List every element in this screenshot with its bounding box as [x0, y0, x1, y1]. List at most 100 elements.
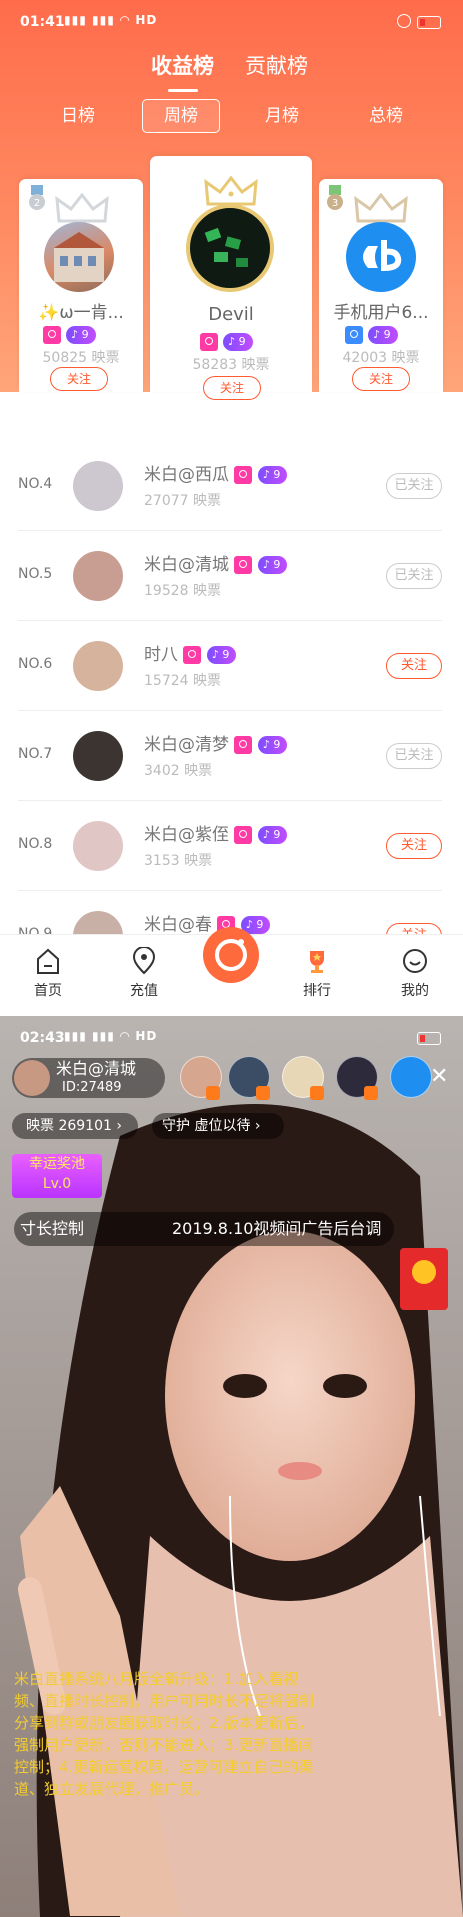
chevron-right-icon: › [116, 1118, 122, 1134]
lucky-pool-badge[interactable]: 幸运奖池 Lv.0 [12, 1154, 102, 1198]
rank-number: NO.7 [18, 746, 53, 762]
rank-number: NO.4 [18, 476, 53, 492]
coin-icon [412, 1260, 436, 1284]
crown-silver-icon [55, 193, 109, 223]
level-badge: ♪ 9 [257, 466, 288, 484]
tickets-chip[interactable]: 映票 269101 › [12, 1113, 138, 1139]
avatar-image-icon [54, 232, 104, 282]
podium-score: 42003 映票 [342, 350, 420, 366]
chevron-right-icon: › [254, 1118, 261, 1134]
user-score: 19528 映票 [144, 583, 221, 599]
tab-contribution-ranking[interactable]: 贡献榜 [245, 50, 308, 80]
user-name: 米白@清梦 ♪ 9 [144, 730, 288, 755]
gender-badge-icon [234, 466, 253, 484]
avatar-image-icon [204, 227, 248, 267]
viewer-avatar[interactable] [390, 1056, 432, 1098]
level-badge: ♪ 9 [257, 736, 288, 754]
gender-badge-icon [345, 325, 363, 344]
host-avatar[interactable] [14, 1060, 50, 1096]
avatar[interactable] [73, 821, 123, 871]
period-weekly[interactable]: 周榜 [142, 99, 220, 133]
followed-button[interactable]: 已关注 [386, 473, 442, 499]
home-icon [37, 948, 59, 974]
period-total[interactable]: 总榜 [348, 100, 424, 132]
signal-icon: ▮▮▮ ▮▮▮ ◠ HD [64, 13, 158, 27]
location-icon [132, 947, 156, 975]
close-icon[interactable]: ✕ [430, 1064, 448, 1089]
follow-button[interactable]: 关注 [386, 833, 442, 859]
camera-icon [203, 927, 259, 983]
viewer-badge-icon [256, 1086, 270, 1100]
svg-text:3: 3 [332, 198, 338, 209]
follow-button[interactable]: 关注 [386, 653, 442, 679]
rotation-lock-icon [397, 14, 411, 28]
podium-second: 2 ✨ω一肯... ♪ 9 50825 映票 关注 [19, 179, 143, 392]
avatar[interactable] [44, 222, 114, 292]
follow-button[interactable]: 关注 [203, 376, 261, 400]
rank-number: NO.8 [18, 836, 53, 852]
crown-gold-icon [204, 176, 258, 206]
tab-income-ranking[interactable]: 收益榜 [151, 50, 214, 92]
viewer-badge-icon [310, 1086, 324, 1100]
medal-bronze-icon: 3 [327, 185, 343, 210]
gender-badge-icon [234, 826, 253, 844]
profile-icon [403, 949, 427, 973]
level-badge: ♪ 9 [223, 332, 253, 351]
battery-icon [417, 1032, 441, 1045]
level-badge: ♪ 9 [368, 325, 398, 344]
list-item[interactable]: NO.6 时八 ♪ 9 15724 映票 关注 [18, 620, 442, 711]
podium-name: 手机用户6... [333, 303, 429, 323]
list-item[interactable]: NO.8 米白@紫侄 ♪ 9 3153 映票 关注 [18, 800, 442, 891]
system-notice: 米白直播系统八月版全新升级：1.加入看视频、直播时长控制，用户可用时长不足将强制… [14, 1670, 315, 1798]
podium-badges: ♪ 9 [43, 324, 96, 344]
podium-first: Devil ♪ 9 58283 映票 关注 [150, 156, 312, 400]
podium-score: 58283 映票 [192, 357, 270, 373]
user-score: 3153 映票 [144, 853, 213, 869]
podium-badges: ♪ 9 [345, 324, 398, 344]
period-daily[interactable]: 日榜 [40, 100, 116, 132]
rank-number: NO.6 [18, 656, 53, 672]
podium-name: ✨ω一肯... [38, 303, 124, 323]
avatar[interactable] [73, 551, 123, 601]
list-item[interactable]: NO.4 米白@西瓜 ♪ 9 27077 映票 已关注 [18, 440, 442, 531]
live-room-screen: 02:43 ▮▮▮ ▮▮▮ ◠ HD 米白@清城 ID:27489 ✕ 映票 2… [0, 1016, 463, 1917]
gender-badge-icon [234, 736, 253, 754]
avatar[interactable] [346, 222, 416, 292]
followed-button[interactable]: 已关注 [386, 743, 442, 769]
crown-bronze-icon [354, 193, 408, 223]
host-info[interactable]: 米白@清城 ID:27489 [12, 1058, 165, 1098]
red-packet-button[interactable] [400, 1248, 448, 1310]
medal-silver-icon: 2 [29, 185, 45, 210]
period-monthly[interactable]: 月榜 [244, 100, 320, 132]
guard-chip[interactable]: 守护 虚位以待 › [152, 1113, 284, 1139]
status-bar: 01:41 ▮▮▮ ▮▮▮ ◠ HD [0, 0, 463, 46]
follow-button[interactable]: 关注 [352, 367, 410, 391]
status-time: 01:41 [20, 14, 65, 30]
viewer-badge-icon [206, 1086, 220, 1100]
podium-score: 50825 映票 [42, 350, 120, 366]
user-score: 3402 映票 [144, 763, 213, 779]
followed-button[interactable]: 已关注 [386, 563, 442, 589]
avatar[interactable] [73, 641, 123, 691]
list-item[interactable]: NO.5 米白@清城 ♪ 9 19528 映票 已关注 [18, 530, 442, 621]
user-name: 米白@清城 ♪ 9 [144, 550, 288, 575]
svg-text:2: 2 [34, 198, 40, 209]
level-badge: ♪ 9 [257, 826, 288, 844]
trophy-icon [310, 951, 324, 973]
status-bar: 02:43 ▮▮▮ ▮▮▮ ◠ HD [0, 1016, 463, 1062]
avatar[interactable] [73, 731, 123, 781]
follow-button[interactable]: 关注 [50, 367, 108, 391]
announcement-marquee: 寸长控制 2019.8.10视频间广告后台调 [14, 1212, 394, 1246]
app-logo-icon [363, 240, 402, 272]
avatar[interactable] [73, 461, 123, 511]
list-item[interactable]: NO.7 米白@清梦 ♪ 9 3402 映票 已关注 [18, 710, 442, 801]
level-badge: ♪ 9 [257, 556, 288, 574]
ranking-screen: 01:41 ▮▮▮ ▮▮▮ ◠ HD 收益榜 贡献榜 日榜 周榜 月榜 总榜 2… [0, 0, 463, 1016]
host-name: 米白@清城 [56, 1059, 137, 1078]
gender-badge-icon [200, 332, 218, 351]
user-name: 米白@西瓜 ♪ 9 [144, 460, 288, 485]
user-score: 27077 映票 [144, 493, 221, 509]
user-score: 15724 映票 [144, 673, 221, 689]
rank-number: NO.5 [18, 566, 53, 582]
avatar[interactable] [186, 204, 274, 292]
